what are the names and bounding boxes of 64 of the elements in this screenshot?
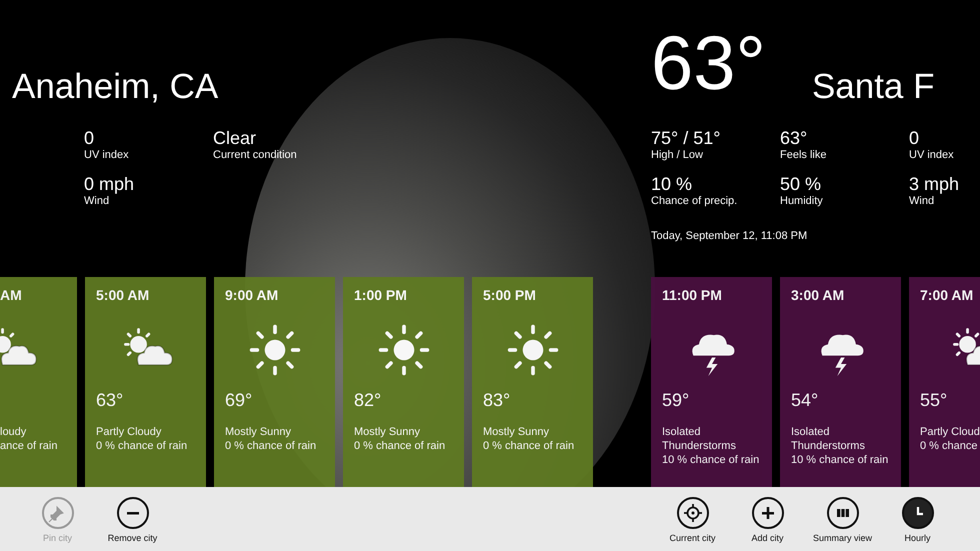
hour-time: 9:00 AM	[225, 287, 280, 303]
rain-chance: 0 % chance of rain	[225, 439, 318, 453]
hour-temperature: 83°	[483, 389, 512, 411]
hour-temperature: 59°	[662, 389, 690, 411]
hour-temperature: 82°	[354, 389, 382, 411]
stat-value: Clear	[213, 128, 258, 148]
stat-label: High / Low	[651, 148, 704, 162]
stat-value: 50 %	[780, 174, 822, 194]
rain-chance: 0 % chance of rain	[483, 439, 576, 453]
crosshair-icon	[676, 497, 708, 529]
hour-temperature: 69°	[225, 389, 254, 411]
pin-icon	[42, 497, 74, 529]
stat-label: Humidity	[780, 194, 824, 208]
current-temperature: 63°	[651, 22, 766, 106]
stat-label: Chance of precip.	[651, 194, 738, 208]
city-name: Santa F	[812, 66, 935, 108]
app-bar-button[interactable]: Summary view	[805, 487, 880, 551]
stat-value: 63°	[780, 128, 808, 148]
columns-icon	[826, 497, 858, 529]
hour-time: 11:00 PM	[662, 287, 723, 303]
minus-icon	[116, 497, 148, 529]
hour-condition: Partly Cloudy	[96, 425, 162, 439]
stat-label: Feels like	[780, 148, 828, 162]
stat-value: 0	[909, 128, 920, 148]
stat-value: 0 mph	[84, 174, 136, 194]
hour-time: 7:00 AM	[920, 287, 974, 303]
stat-label: Wind	[909, 194, 936, 208]
hour-condition: Mostly Sunny	[354, 425, 422, 439]
rain-chance: 10 % chance of rain	[662, 453, 760, 467]
app-bar-button[interactable]: Remove city	[95, 487, 170, 551]
stat-value: 75° / 51°	[651, 128, 722, 148]
hour-condition: Isolated Thunderstorms	[791, 425, 866, 453]
city-name: Anaheim, CA	[12, 66, 218, 108]
updated-time: Today, September 12, 11:08 PM	[651, 230, 808, 242]
rain-chance: ance of rain	[0, 439, 58, 453]
rain-chance: 10 % chance of rain	[791, 453, 890, 467]
app-bar-button[interactable]: Add city	[730, 487, 805, 551]
stat-label: Wind	[84, 194, 110, 208]
app-bar-button[interactable]: Current city	[655, 487, 730, 551]
hour-condition: Mostly Sunny	[225, 425, 292, 439]
hour-temperature: 55°	[920, 389, 948, 411]
stat-value: 0	[84, 128, 96, 148]
hour-condition: Mostly Sunny	[483, 425, 550, 439]
stat-label: UV index	[909, 148, 955, 162]
hour-time: 5:00 AM	[96, 287, 150, 303]
hour-condition: loudy	[0, 425, 28, 439]
stat-value: 3 mph	[909, 174, 960, 194]
hour-time: AM	[0, 287, 23, 303]
stat-label: UV index	[84, 148, 130, 162]
hour-temperature: 63°	[96, 389, 124, 411]
hour-time: 1:00 PM	[354, 287, 408, 303]
plus-icon	[752, 497, 784, 529]
rain-chance: 0 % chance of rain	[96, 439, 188, 453]
hour-time: 5:00 PM	[483, 287, 537, 303]
stat-label: Current condition	[213, 148, 298, 162]
rain-chance: 0 % chance of rain	[354, 439, 446, 453]
hour-time: 3:00 AM	[791, 287, 846, 303]
hour-temperature: 54°	[791, 389, 820, 411]
stat-value: 10 %	[651, 174, 694, 194]
app-bar-button[interactable]: Hourly	[880, 487, 955, 551]
hour-condition: Isolated Thunderstorms	[662, 425, 737, 453]
rain-chance: 0 % chance	[920, 439, 978, 453]
clock-icon	[902, 497, 934, 529]
hour-condition: Partly Cloud	[920, 425, 980, 439]
